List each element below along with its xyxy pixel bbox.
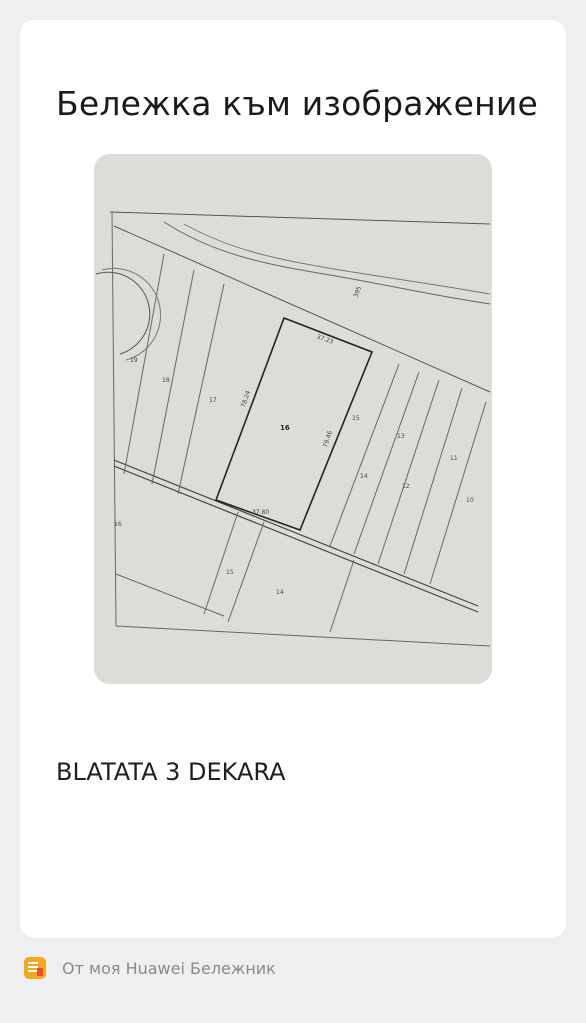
plot-label: 19 (130, 357, 138, 364)
plot-label: 15 (226, 569, 234, 576)
plot-label: 12 (402, 483, 410, 490)
notepad-icon (24, 957, 46, 979)
note-card: Бележка към изображение 16 17 18 19 15 1… (20, 20, 566, 938)
plot-label-16: 16 (280, 424, 290, 432)
plot-label: 11 (450, 455, 458, 462)
attached-image[interactable]: 16 17 18 19 15 14 13 12 11 10 15 14 16 7… (94, 154, 492, 684)
note-body-text[interactable]: BLATATA 3 DEKARA (56, 758, 286, 786)
plot-label: 13 (397, 433, 405, 440)
cadastral-map-drawing: 16 17 18 19 15 14 13 12 11 10 15 14 16 7… (94, 154, 492, 684)
plot-label: 14 (276, 589, 284, 596)
plot-label: 17 (209, 397, 217, 404)
plot-label: 14 (360, 473, 368, 480)
footer-attribution: От моя Huawei Бележник (24, 954, 276, 982)
dimension-label: 37.80 (252, 509, 269, 516)
plot-label: 16 (114, 521, 122, 528)
plot-label: 10 (466, 497, 474, 504)
footer-text: От моя Huawei Бележник (62, 958, 276, 978)
plot-label: 18 (162, 377, 170, 384)
note-title: Бележка към изображение (56, 84, 539, 123)
plot-label: 15 (352, 415, 360, 422)
